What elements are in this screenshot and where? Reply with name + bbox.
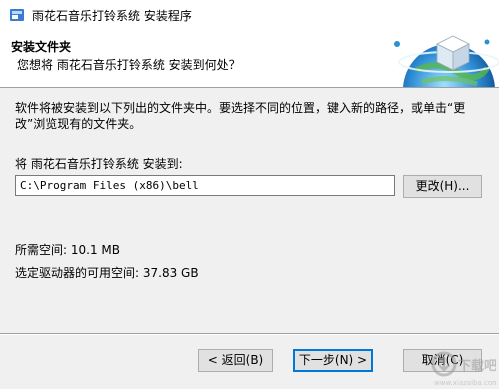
- required-space-label: 所需空间: 10.1 MB: [15, 243, 120, 257]
- destination-label: 将 雨花石音乐打铃系统 安装到:: [15, 157, 183, 171]
- installer-app-icon: [10, 9, 24, 21]
- download-watermark-logo: 下载吧 www.xiazaiba.com: [431, 351, 496, 387]
- page-title: 安装文件夹: [11, 40, 72, 54]
- install-path-input[interactable]: [15, 175, 395, 196]
- footer-divider: [0, 333, 499, 335]
- next-button[interactable]: 下一步(N) >: [293, 349, 373, 372]
- browse-button[interactable]: 更改(H)...: [403, 175, 482, 198]
- window-title: 雨花石音乐打铃系统 安装程序: [32, 9, 192, 23]
- svg-text:www.xiazaiba.com: www.xiazaiba.com: [434, 379, 496, 387]
- back-button[interactable]: < 返回(B): [198, 349, 273, 372]
- page-subtitle: 您想将 雨花石音乐打铃系统 安装到何处？: [17, 58, 241, 72]
- watermark-text: 下载吧: [458, 358, 496, 374]
- globe-with-cube-graphic: [377, 30, 499, 87]
- available-space-label: 选定驱动器的可用空间: 37.83 GB: [15, 266, 199, 280]
- wizard-header: 安装文件夹 您想将 雨花石音乐打铃系统 安装到何处？: [0, 30, 499, 88]
- install-description: 软件将被安装到以下列出的文件夹中。要选择不同的位置，键入新的路径，或单击“更改”…: [15, 101, 466, 131]
- window-titlebar: 雨花石音乐打铃系统 安装程序: [0, 0, 499, 31]
